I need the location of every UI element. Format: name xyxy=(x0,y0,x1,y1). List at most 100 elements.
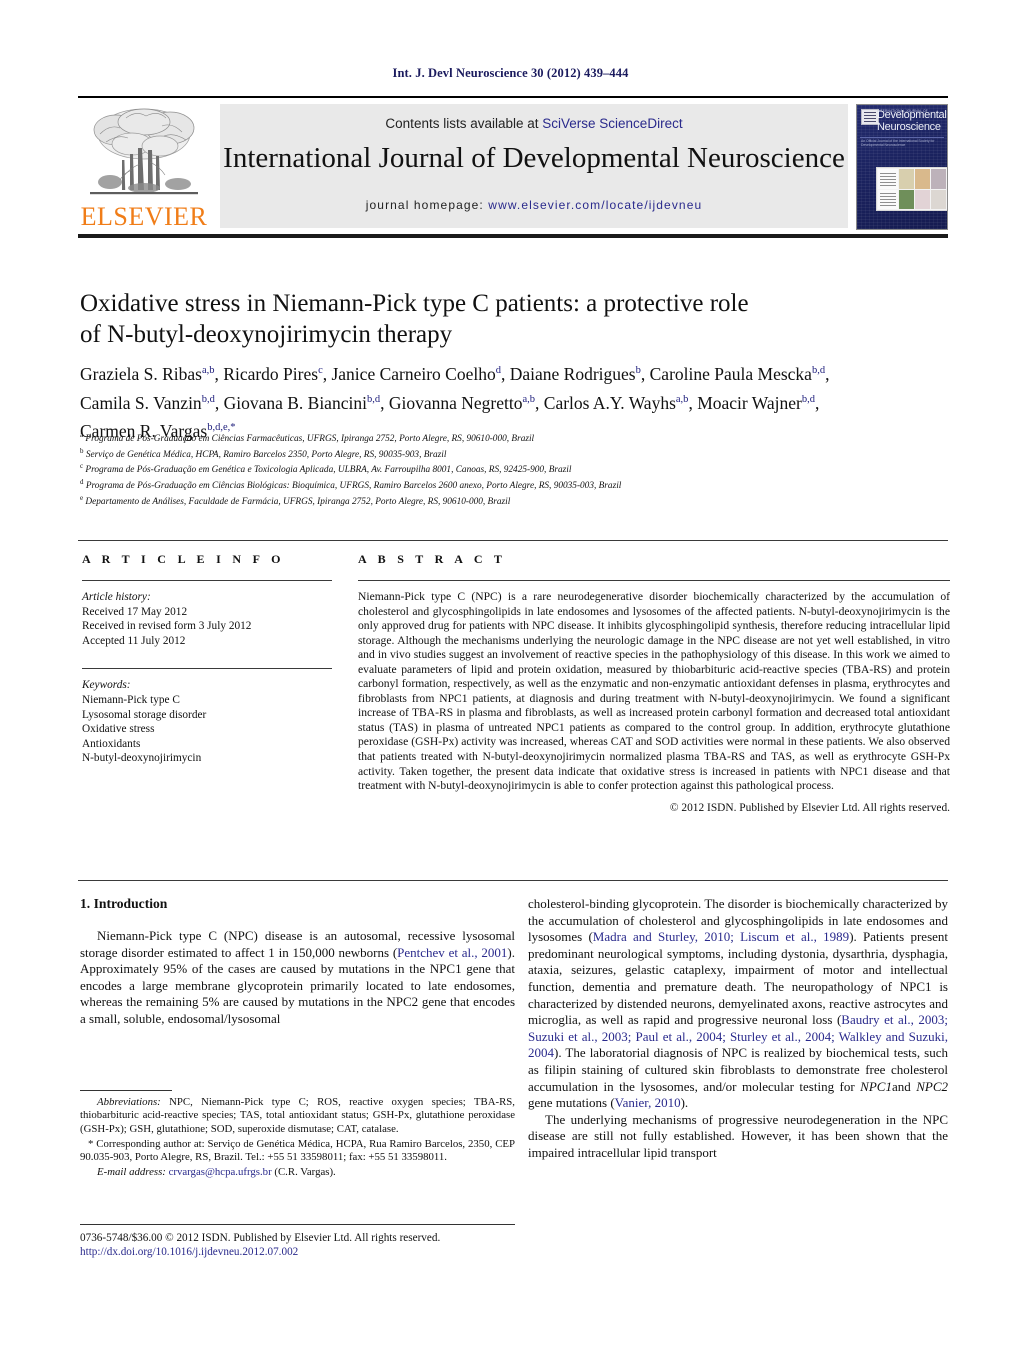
author-name: Giovana B. Biancinib,d xyxy=(223,392,381,413)
author-affiliation-marker: b,d xyxy=(366,393,381,405)
journal-homepage-line: journal homepage: www.elsevier.com/locat… xyxy=(220,198,848,212)
cover-figure-a xyxy=(899,169,914,189)
email-label: E-mail address: xyxy=(97,1166,166,1179)
cover-society-line: An Official Journal of the International… xyxy=(861,139,935,147)
email-suffix: (C.R. Vargas). xyxy=(271,1166,336,1179)
author-affiliation-marker: a,b xyxy=(201,365,215,376)
body-right-column: cholesterol-binding glycoprotein. The di… xyxy=(528,896,948,1162)
paper-page: Int. J. Devl Neuroscience 30 (2012) 439–… xyxy=(0,0,1021,1351)
gene-npc2: NPC2 xyxy=(916,1078,948,1094)
citation-pentchev[interactable]: Pentchev et al., 2001 xyxy=(397,945,507,960)
affiliation-marker: d xyxy=(80,478,84,487)
affiliation-list: a Programa de Pós-Graduação em Ciências … xyxy=(80,430,940,508)
author-affiliation-marker: b,d xyxy=(201,393,215,405)
sciencedirect-link[interactable]: SciVerse ScienceDirect xyxy=(542,116,682,131)
masthead-top-rule xyxy=(78,96,948,98)
keyword-item: Antioxidants xyxy=(82,737,141,750)
author-name: Ricardo Piresc xyxy=(223,363,323,384)
author-name: Camila S. Vanzinb,d xyxy=(80,392,215,413)
article-info-heading: A R T I C L E I N F O xyxy=(82,552,285,566)
cover-title-line1: Developmental xyxy=(877,109,947,121)
masthead-bottom-rule xyxy=(78,234,948,238)
running-head: Int. J. Devl Neuroscience 30 (2012) 439–… xyxy=(392,66,629,80)
elsevier-tree-icon xyxy=(90,108,198,195)
article-info-column: A R T I C L E I N F O Article history: R… xyxy=(82,552,332,766)
keywords-label: Keywords: xyxy=(82,679,131,692)
abstract-text: Niemann-Pick type C (NPC) is a rare neur… xyxy=(358,590,950,793)
affiliation-item: b Serviço de Genética Médica, HCPA, Rami… xyxy=(80,446,447,460)
cover-figure-e xyxy=(915,189,930,209)
issn-copyright-line: 0736-5748/$36.00 © 2012 ISDN. Published … xyxy=(80,1232,441,1244)
keyword-item: Oxidative stress xyxy=(82,723,155,736)
title-line-2: of N-butyl-deoxynojirimycin therapy xyxy=(80,321,453,348)
author-affiliation-marker: b,d xyxy=(801,393,815,405)
author-name: Graziela S. Ribasa,b xyxy=(80,363,215,384)
author-name: Giovanna Negrettoa,b xyxy=(388,392,536,413)
cover-divider xyxy=(860,137,944,138)
keyword-item: Lysosomal storage disorder xyxy=(82,708,207,721)
author-affiliation-marker: a,b xyxy=(675,393,689,405)
right-text-f: ). xyxy=(680,1095,689,1111)
homepage-url-link[interactable]: www.elsevier.com/locate/ijdevneu xyxy=(488,198,702,212)
gene-npc1: NPC1 xyxy=(860,1078,892,1094)
intro-paragraph-right-2: The underlying mechanisms of progressive… xyxy=(528,1111,948,1160)
masthead-center-band: Contents lists available at SciVerse Sci… xyxy=(220,104,848,228)
article-history-item: Received in revised form 3 July 2012 xyxy=(82,620,252,633)
author-affiliation-marker: b,d xyxy=(811,365,826,376)
author-name: Daiane Rodriguesb xyxy=(509,363,641,384)
abbreviations-label: Abbreviations: xyxy=(97,1096,161,1108)
cover-figure-d xyxy=(899,189,914,209)
author-name: Carlos A.Y. Wayhsa,b xyxy=(543,392,689,413)
affiliation-item: c Programa de Pós-Graduação em Genética … xyxy=(80,462,572,476)
body-top-rule xyxy=(78,880,948,881)
journal-cover-thumbnail: INTERNATIONAL JOURNAL OF Developmental N… xyxy=(856,104,948,230)
affiliation-marker: e xyxy=(80,493,84,502)
article-info-rule-1 xyxy=(82,580,332,581)
author-affiliation-marker: c xyxy=(318,365,323,376)
cover-title: Developmental Neuroscience xyxy=(877,109,947,133)
abstract-section-top-rule xyxy=(78,540,948,541)
page-footer: 0736-5748/$36.00 © 2012 ISDN. Published … xyxy=(80,1231,540,1259)
author-name: Janice Carneiro Coelhod xyxy=(331,363,501,384)
affiliation-marker: a xyxy=(80,431,84,439)
email-link[interactable]: crvargas@hcpa.ufrgs.br xyxy=(169,1166,272,1178)
cover-figure-caption-b xyxy=(878,189,898,209)
citation-madra-liscum[interactable]: Madra and Sturley, 2010; Liscum et al., … xyxy=(593,929,849,944)
abstract-copyright: © 2012 ISDN. Published by Elsevier Ltd. … xyxy=(669,801,950,814)
abbreviations-note: Abbreviations: NPC, Niemann-Pick type C;… xyxy=(80,1096,515,1136)
article-history-block: Article history: Received 17 May 2012 Re… xyxy=(82,590,332,648)
article-history-item: Received 17 May 2012 xyxy=(82,605,188,618)
corresponding-author-note: * Corresponding author at: Serviço de Ge… xyxy=(80,1137,515,1164)
article-info-rule-2 xyxy=(82,668,332,670)
contents-prefix: Contents lists available at xyxy=(385,116,543,131)
keywords-block: Keywords: Niemann-Pick type C Lysosomal … xyxy=(82,678,332,766)
title-line-1: Oxidative stress in Niemann-Pick type C … xyxy=(80,290,749,317)
abstract-heading: A B S T R A C T xyxy=(358,552,507,566)
affiliation-marker: b xyxy=(80,446,84,455)
author-affiliation-marker: a,b xyxy=(522,393,536,405)
homepage-prefix: journal homepage: xyxy=(365,198,489,212)
author-name: Caroline Paula Mesckab,d xyxy=(649,363,826,384)
affiliation-item: d Programa de Pós-Graduação em Ciências … xyxy=(80,478,622,492)
elsevier-logo: ELSEVIER xyxy=(80,104,208,231)
right-text-d: and xyxy=(891,1078,917,1094)
article-history-label: Article history: xyxy=(82,591,151,603)
affiliation-item: a Programa de Pós-Graduação em Ciências … xyxy=(80,431,535,445)
page-title: Oxidative stress in Niemann-Pick type C … xyxy=(80,288,910,350)
intro-paragraph-right-1: cholesterol-binding glycoprotein. The di… xyxy=(528,896,948,1112)
intro-paragraph-left: Niemann-Pick type C (NPC) disease is an … xyxy=(80,928,515,1028)
contents-line: Contents lists available at SciVerse Sci… xyxy=(220,116,848,131)
footnote-rule xyxy=(80,1090,172,1091)
cover-figure-b xyxy=(915,169,930,189)
article-history-item: Accepted 11 July 2012 xyxy=(82,634,186,647)
citation-vanier[interactable]: Vanier, 2010 xyxy=(615,1095,681,1110)
right-text-e: gene mutations ( xyxy=(528,1095,615,1111)
author-affiliation-marker: d xyxy=(495,365,501,376)
doi-link[interactable]: http://dx.doi.org/10.1016/j.ijdevneu.201… xyxy=(80,1245,540,1259)
author-name: Moacir Wajnerb,d xyxy=(697,392,815,413)
journal-title: International Journal of Developmental N… xyxy=(223,142,845,174)
abstract-rule xyxy=(358,580,950,581)
cover-figure-caption-a xyxy=(878,169,898,189)
affiliation-marker: c xyxy=(80,462,84,471)
cover-figure-c xyxy=(931,169,946,189)
